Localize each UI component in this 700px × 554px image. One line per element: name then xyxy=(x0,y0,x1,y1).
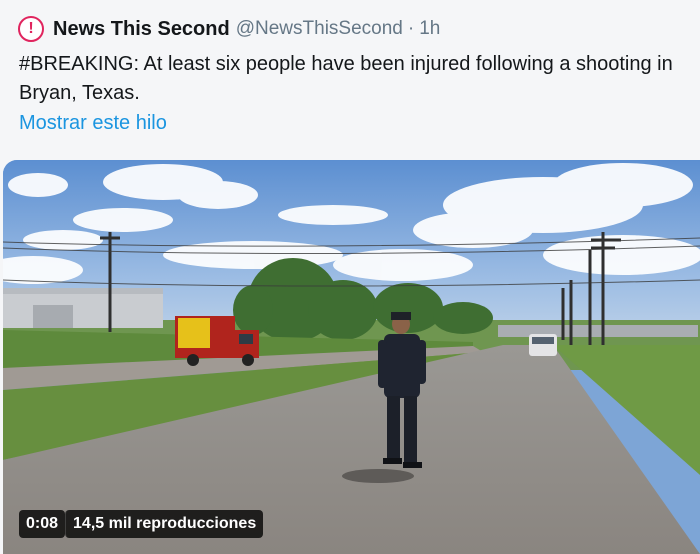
show-thread-link[interactable]: Mostrar este hilo xyxy=(19,112,167,135)
officer-shadow xyxy=(342,469,414,483)
video-info-overlay: 0:08 14,5 mil reproducciones xyxy=(19,510,264,538)
avatar[interactable]: ! xyxy=(18,16,44,42)
user-handle[interactable]: @NewsThisSecond xyxy=(236,18,403,40)
tweet-text: #BREAKING: At least six people have been… xyxy=(19,53,673,104)
suv xyxy=(529,334,557,356)
tweet-header: ! News This Second @NewsThisSecond · 1h xyxy=(18,14,690,44)
exclamation-icon: ! xyxy=(28,20,34,37)
video-frame xyxy=(3,160,700,554)
video-player[interactable]: 0:08 14,5 mil reproducciones xyxy=(3,160,700,554)
header-separator: · xyxy=(407,18,415,39)
display-name[interactable]: News This Second xyxy=(53,18,230,41)
warehouse-building xyxy=(3,288,163,328)
video-duration: 0:08 xyxy=(19,510,66,538)
distant-building xyxy=(498,325,698,337)
timestamp[interactable]: 1h xyxy=(419,18,440,40)
view-count: 14,5 mil reproducciones xyxy=(65,510,264,538)
tweet-card[interactable]: ! News This Second @NewsThisSecond · 1h … xyxy=(0,0,700,554)
